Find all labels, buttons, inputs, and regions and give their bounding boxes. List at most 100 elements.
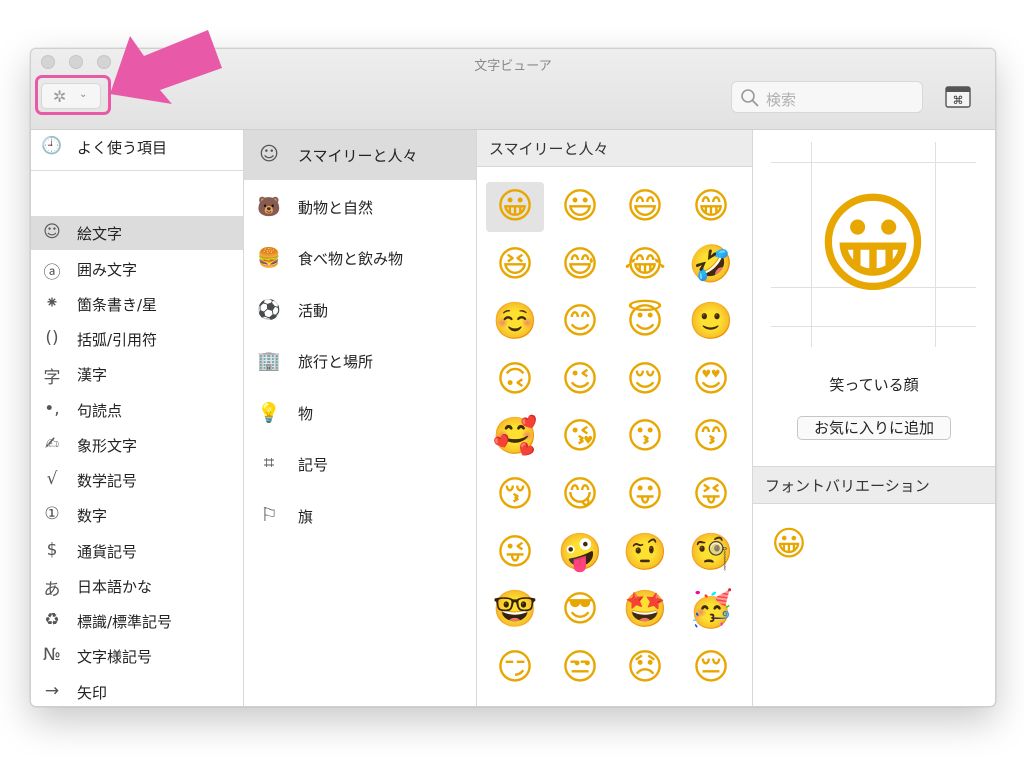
emoji-cell[interactable]: 😀 [486,182,544,232]
category-item[interactable]: () 括弧/引用符 [31,322,243,356]
circled-a-icon: ⓐ [43,263,61,283]
emoji-cell[interactable]: 😄 [616,182,674,232]
category-item[interactable]: $ 通貨記号 [31,534,243,568]
subcategory-item[interactable]: ⚐ 旗 [244,491,476,541]
lightbulb-icon: 💡 [257,401,281,424]
emoji-cell[interactable]: 😔 [682,643,740,693]
category-item[interactable]: ☺ 絵文字 [31,216,243,250]
subcategory-item[interactable]: ⚽ 活動 [244,285,476,335]
subcategory-item[interactable]: ☺ スマイリーと人々 [244,130,476,180]
category-item[interactable]: ⓐ 囲み文字 [31,252,243,286]
emoji-cell[interactable]: 😘 [551,412,609,462]
emoji-cell[interactable]: 😃 [551,182,609,232]
emoji-cell[interactable]: 🤪 [551,528,609,578]
subcategory-label: 動物と自然 [298,198,374,217]
emoji-cell[interactable]: 🤓 [486,585,544,635]
emoji-cell[interactable]: 😒 [551,643,609,693]
emoji-cell[interactable]: 😛 [616,470,674,520]
subcategory-item[interactable]: ⌗ 記号 [244,439,476,489]
search-icon [741,89,759,107]
category-label: 数字 [77,507,108,525]
dollar-icon: $ [46,540,58,560]
category-item[interactable]: № 文字様記号 [31,639,243,673]
emoji-cell[interactable]: 🙃 [486,355,544,405]
annotation-arrow [110,30,222,104]
emoji-cell[interactable]: 🧐 [682,528,740,578]
emoji-cell[interactable]: 😍 [682,355,740,405]
emoji-cell[interactable]: 😊 [551,297,609,347]
font-variations-header: フォントバリエーション [753,466,995,504]
category-label: 箇条書き/星 [77,296,158,314]
category-item[interactable]: ⁕ 箇条書き/星 [31,287,243,321]
search-placeholder: 検索 [766,91,797,109]
emoji-cell[interactable]: 😋 [551,470,609,520]
category-label: 句読点 [77,402,123,420]
category-item[interactable]: → 矢印 [31,675,243,706]
variation-emoji[interactable]: 😀 [767,522,811,566]
emoji-cell[interactable]: 🤨 [616,528,674,578]
emoji-cell[interactable]: 😚 [486,470,544,520]
emoji-cell[interactable]: 😏 [486,643,544,693]
circled-one-icon: ① [44,504,60,524]
category-item[interactable]: ♻ 標識/標準記号 [31,604,243,638]
category-item[interactable]: ✍ 象形文字 [31,428,243,462]
category-label: 絵文字 [77,225,123,243]
clock-icon: 🕘 [41,136,63,156]
subcategory-list: ☺ スマイリーと人々 🐻 動物と自然 🍔 食べ物と飲み物 ⚽ 活動 🏢 旅行と場所 💡 物 ⌗ 記号 ⚐ 旗 [244,130,477,706]
grid-header-label: スマイリーと人々 [489,140,609,158]
emoji-cell[interactable]: 😂 [616,240,674,290]
emoji-cell[interactable]: 😗 [616,412,674,462]
subcategory-item[interactable]: 🐻 動物と自然 [244,182,476,232]
category-label: 日本語かな [77,578,153,596]
emoji-cell[interactable]: 😎 [551,585,609,635]
subcategory-item[interactable]: 🍔 食べ物と飲み物 [244,233,476,283]
emoji-cell[interactable]: 😉 [551,355,609,405]
food-icon: 🍔 [257,247,281,269]
emoji-cell[interactable]: 😁 [682,182,740,232]
keyboard-viewer-icon[interactable]: ⌘ [945,85,971,109]
subcategory-item[interactable]: 🏢 旅行と場所 [244,336,476,386]
emoji-cell[interactable]: 🙂 [682,297,740,347]
search-field[interactable]: 検索 [731,81,923,113]
category-item[interactable]: ① 数字 [31,498,243,532]
category-item[interactable]: √ 数学記号 [31,463,243,497]
bear-icon: 🐻 [257,195,281,218]
emoji-cell[interactable]: 🥰 [486,412,544,462]
emoji-cell[interactable]: 😜 [486,528,544,578]
emoji-cell[interactable]: 🤩 [616,585,674,635]
category-label: 文字様記号 [77,648,153,666]
building-icon: 🏢 [257,350,281,372]
emoji-cell[interactable]: 😌 [616,355,674,405]
punctuation-icon: •, [44,399,60,419]
category-label: 数学記号 [77,472,138,490]
emoji-cell[interactable]: 😆 [486,240,544,290]
category-label: よく使う項目 [77,139,168,157]
subcategory-label: 旗 [298,507,314,526]
emoji-cell[interactable]: 🤣 [682,240,740,290]
category-item[interactable]: 🕘 よく使う項目 [31,130,243,164]
category-item[interactable]: あ日本語かな [31,569,243,603]
svg-text:⌘: ⌘ [953,94,964,107]
category-item[interactable]: 字漢字 [31,357,243,391]
highlight-box [35,75,111,115]
emoji-cell[interactable]: 😇 [616,297,674,347]
emoji-cell[interactable]: 😅 [551,240,609,290]
preview-emoji: 😀 [815,180,931,308]
soccer-ball-icon: ⚽ [257,298,281,321]
emoji-cell[interactable]: 😞 [616,643,674,693]
emoji-cell[interactable]: 🥳 [682,585,740,635]
flag-icon: ⚐ [260,503,278,526]
category-label: 漢字 [77,366,108,384]
add-to-favorites-button[interactable]: お気に入りに追加 [797,416,951,440]
emoji-cell[interactable]: 😙 [682,412,740,462]
kanji-icon: 字 [43,368,61,388]
category-item[interactable]: •, 句読点 [31,393,243,427]
subcategory-item[interactable]: 💡 物 [244,388,476,438]
preview-box: 😀 [771,142,976,347]
subcategory-label: 記号 [298,456,329,474]
category-label: 囲み文字 [77,261,138,279]
emoji-cell[interactable]: 😝 [682,470,740,520]
category-label: 標識/標準記号 [77,613,173,631]
emoji-cell[interactable]: ☺️ [486,297,544,347]
parentheses-icon: () [45,328,59,348]
